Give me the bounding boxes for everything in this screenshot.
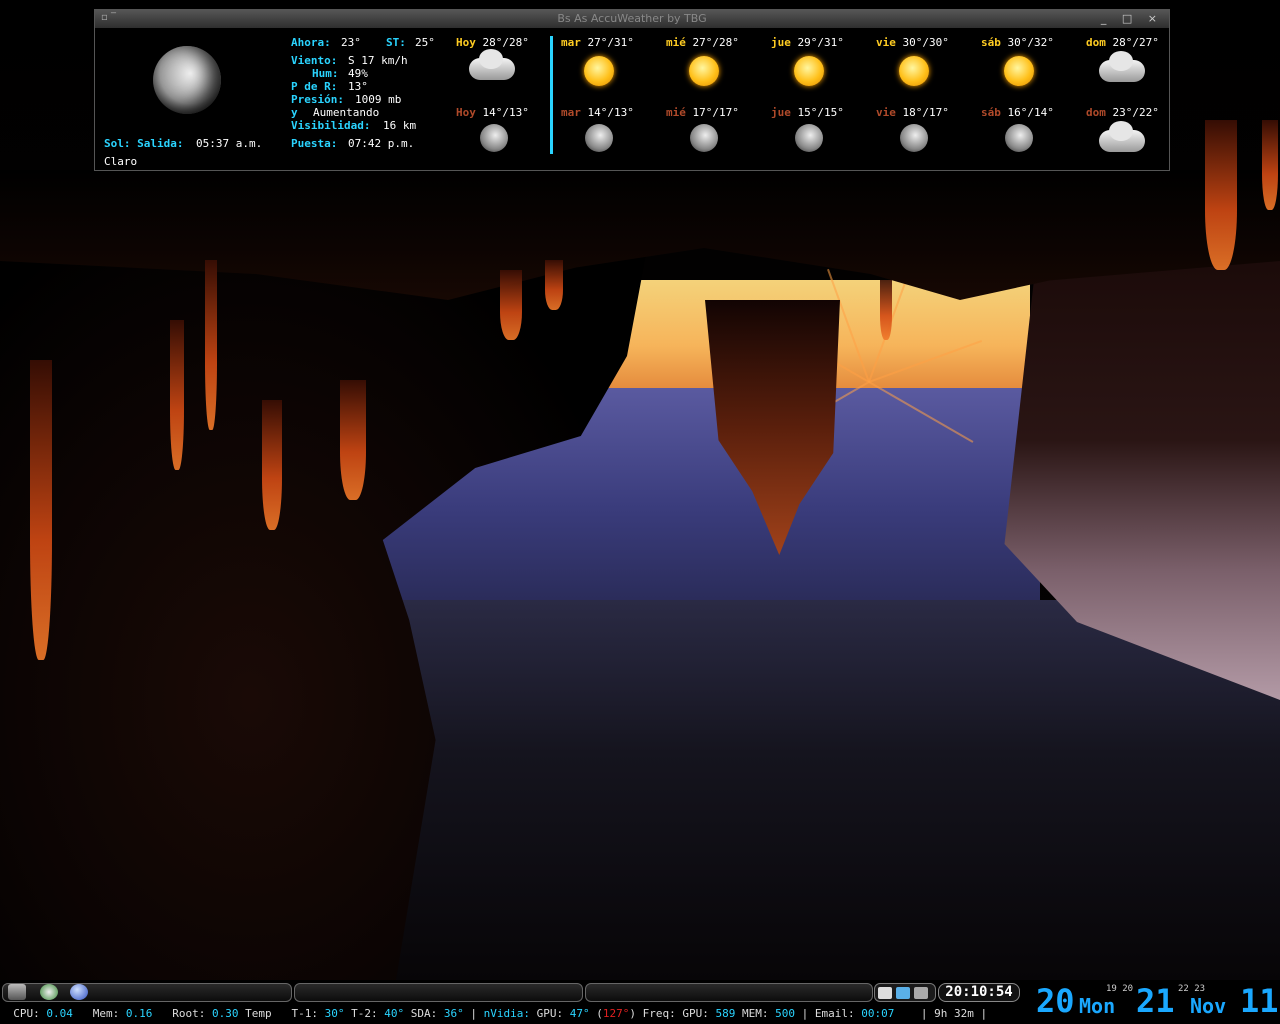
cloudy-icon (1099, 51, 1145, 82)
now-value: 23° (341, 36, 361, 49)
dropbox-icon[interactable] (896, 987, 910, 999)
feels-value: 25° (415, 36, 435, 49)
forecast-day-4: vie 30°/30° (876, 36, 949, 49)
pressure-value: 1009 mb (355, 93, 402, 106)
dew-label: P de R: (291, 80, 338, 93)
date-small-time-2: 22 23 (1178, 984, 1206, 994)
sun-cloud-icon (899, 56, 929, 86)
forecast-day-today: Hoy 28°/28° (456, 36, 529, 49)
forecast-night-4: vie 18°/17° (876, 106, 949, 119)
system-tray (874, 983, 936, 1002)
forecast-night-3: jue 15°/15° (771, 106, 844, 119)
forecast-day-2: mié 27°/28° (666, 36, 739, 49)
sun-cloud-icon (794, 56, 824, 86)
forecast-divider (550, 36, 553, 154)
window-titlebar[interactable]: ▫ ‾ Bs As AccuWeather by TBG _ □ × (95, 10, 1169, 28)
date-mid-number: 21 (1136, 982, 1175, 1020)
sunrise-label: Sol: Salida: (104, 137, 184, 150)
date-month: Nov (1190, 994, 1227, 1018)
feels-label: ST: (386, 36, 406, 49)
date-year: 11 (1240, 982, 1279, 1020)
window-title: Bs As AccuWeather by TBG (557, 12, 707, 25)
sunrise-value: 05:37 a.m. (196, 137, 263, 150)
moon-icon (1005, 124, 1033, 152)
dew-value: 13° (348, 80, 368, 93)
moon-cloud-icon (585, 124, 613, 152)
forecast-day-1: mar 27°/31° (561, 36, 634, 49)
moon-cloud-icon (690, 124, 718, 152)
wind-label: Viento: (291, 54, 338, 67)
book-icon[interactable] (878, 987, 892, 999)
panel-clock[interactable]: 20:10:54 (938, 983, 1020, 1002)
cloudy-icon (1099, 121, 1145, 152)
visibility-value: 16 km (383, 119, 417, 132)
conky-status-line: CPU: 0.04 Mem: 0.16 Root: 0.30 Temp T-1:… (13, 1007, 988, 1020)
moon-cloud-icon (480, 124, 508, 152)
forecast-night-1: mar 14°/13° (561, 106, 634, 119)
forecast-day-5: sáb 30°/32° (981, 36, 1054, 49)
now-label: Ahora: (291, 36, 331, 49)
sun-icon (1004, 56, 1034, 86)
hum-label: Hum: (312, 67, 339, 80)
forecast-day-6: dom 28°/27° (1086, 36, 1159, 49)
sunset-value: 07:42 p.m. (348, 137, 415, 150)
wallpaper-floor (380, 600, 1280, 980)
date-weekday: Mon (1079, 994, 1116, 1018)
forecast-night-2: mié 17°/17° (666, 106, 739, 119)
visibility-label: Visibilidad: (291, 119, 371, 132)
taskbar-slot-1[interactable] (294, 983, 583, 1002)
moon-phase-icon (153, 46, 221, 114)
partly-cloudy-icon (469, 49, 515, 80)
sun-icon (584, 56, 614, 86)
forecast-day-3: jue 29°/31° (771, 36, 844, 49)
date-day-number: 20 (1036, 982, 1075, 1020)
file-manager-icon[interactable] (40, 984, 58, 1000)
show-desktop-icon[interactable] (8, 984, 26, 1000)
wind-value: S 17 km/h (348, 54, 408, 67)
condition-text: Claro (104, 155, 138, 168)
sun-icon (689, 56, 719, 86)
volume-icon[interactable] (914, 987, 928, 999)
forecast-night-5: sáb 16°/14° (981, 106, 1054, 119)
moon-cloud-icon (795, 124, 823, 152)
hum-value: 49% (348, 67, 368, 80)
moon-cloud-icon (900, 124, 928, 152)
browser-icon[interactable] (70, 984, 88, 1000)
forecast-night-6: dom 23°/22° (1086, 106, 1159, 119)
weather-widget-window[interactable]: ▫ ‾ Bs As AccuWeather by TBG _ □ × Ahora… (94, 9, 1170, 171)
trend-label: y (291, 106, 298, 119)
bottom-panel: 20:10:54 CPU: 0.04 Mem: 0.16 Root: 0.30 … (0, 980, 1280, 1024)
sunset-label: Puesta: (291, 137, 338, 150)
forecast-night-today: Hoy 14°/13° (456, 106, 529, 119)
trend-value: Aumentando (313, 106, 380, 119)
date-small-time: 19 20 (1106, 984, 1134, 994)
window-controls[interactable]: _ □ × (1101, 12, 1163, 25)
pressure-label: Presión: (291, 93, 344, 106)
taskbar-slot-2[interactable] (585, 983, 873, 1002)
